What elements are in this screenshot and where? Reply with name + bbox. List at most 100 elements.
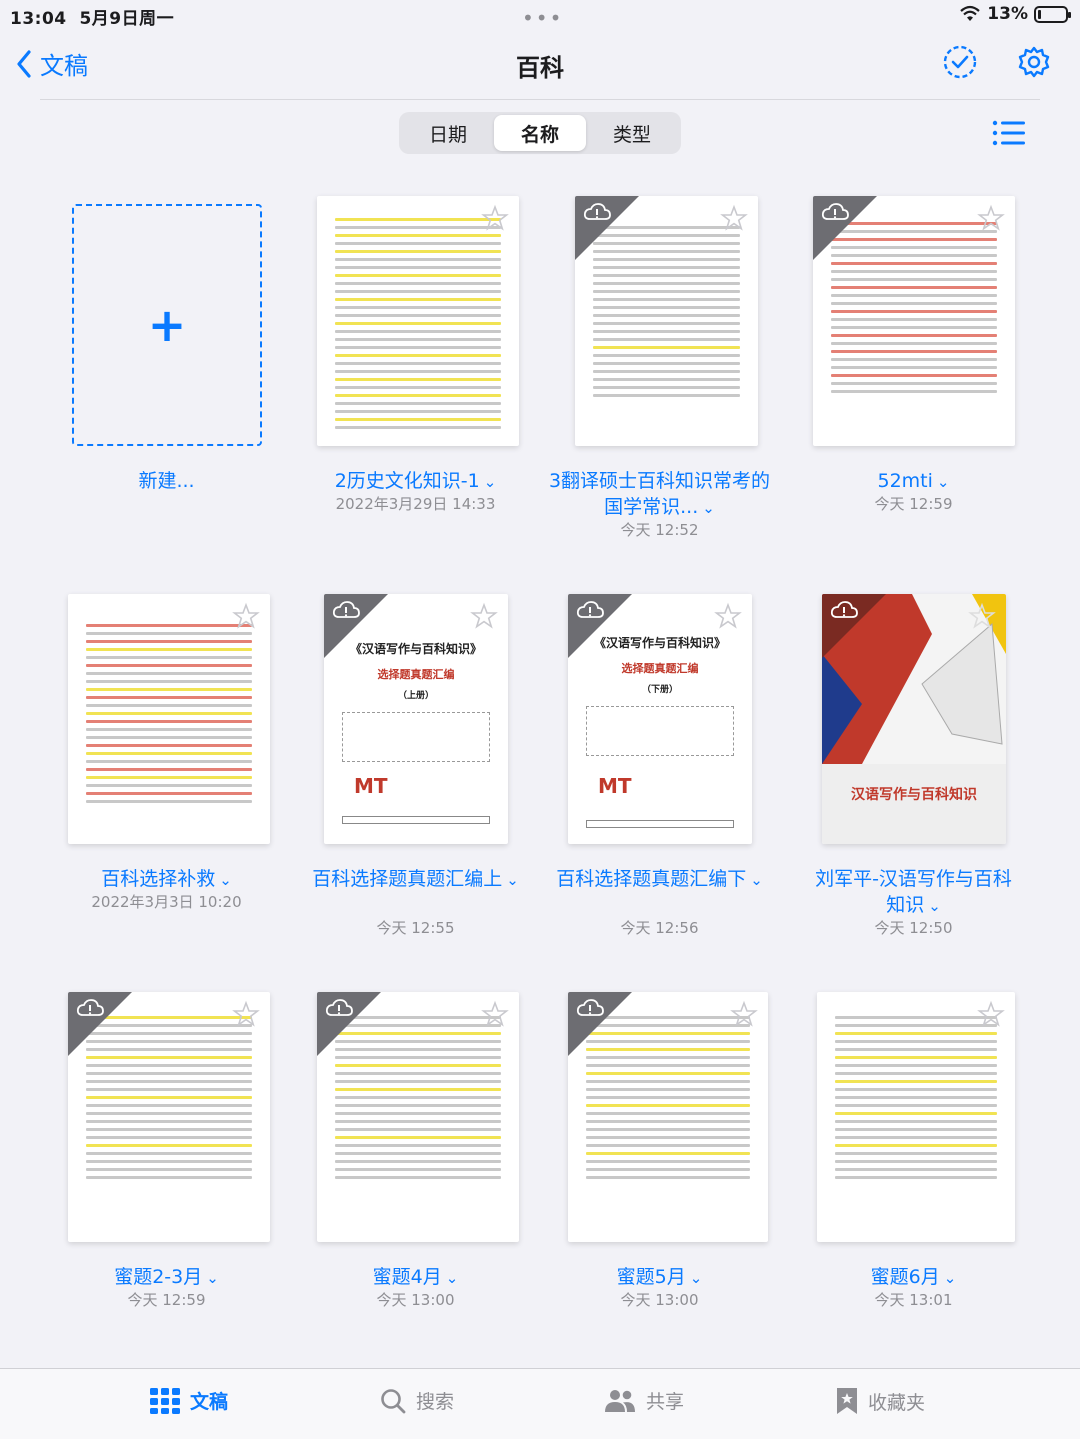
nav-divider [40,99,1040,100]
star-icon[interactable] [714,602,742,630]
bookmark-icon [837,1388,857,1414]
cover-volume: （下册） [641,685,678,695]
list-view-icon[interactable] [988,118,1028,148]
document-name[interactable]: 2历史文化知识-1 ⌄ [291,468,540,495]
cover-volume: （上册） [397,691,434,701]
sort-by-type[interactable]: 类型 [586,115,678,151]
tab-favorites[interactable]: 收藏夹 [836,1387,925,1415]
navigation-bar: 文稿 百科 [0,36,1080,100]
status-time: 13:04 5月9日周一 [10,9,175,29]
tab-documents[interactable]: 文稿 [150,1387,228,1414]
document-name[interactable]: 52mti ⌄ [789,468,1038,495]
document-thumbnail[interactable] [317,992,519,1242]
status-bar: 13:04 5月9日周一 ••• 13% [0,0,1080,36]
mti-logo: MT [598,774,632,798]
chevron-down-icon[interactable]: ⌄ [944,1269,957,1287]
chevron-down-icon[interactable]: ⌄ [219,871,232,889]
chevron-down-icon[interactable]: ⌄ [446,1269,459,1287]
tab-label: 收藏夹 [868,1391,926,1414]
cover-notice-box [586,706,734,756]
document-date: 2022年3月29日 14:33 [335,495,496,513]
wifi-icon [960,5,981,21]
document-date: 今天 12:55 [376,919,455,937]
multitasking-dots-icon[interactable]: ••• [522,6,563,30]
document-name[interactable]: 刘军平-汉语写作与百科知识 ⌄ [809,866,1018,919]
tab-shared[interactable]: 共享 [604,1387,684,1414]
document-thumbnail[interactable]: 《汉语写作与百科知识》 选择题真题汇编 （上册） MT [324,594,508,844]
star-icon[interactable] [977,1000,1005,1028]
select-check-icon[interactable] [942,44,978,80]
document-name[interactable]: 百科选择题真题汇编上 ⌄ [311,866,520,893]
tab-label: 共享 [646,1391,685,1413]
document-name[interactable]: 蜜题4月 ⌄ [291,1264,540,1291]
document-date: 2022年3月3日 10:20 [91,893,242,911]
document-name[interactable]: 蜜题6月 ⌄ [789,1264,1038,1291]
chevron-down-icon[interactable]: ⌄ [750,871,763,889]
cloud-download-icon [76,999,104,1016]
document-name[interactable]: 百科选择补救 ⌄ [42,866,291,893]
battery-percent: 13% [987,4,1028,24]
mti-logo: MT [354,774,388,798]
document-thumbnail[interactable] [568,992,768,1242]
cover-footer-box [342,816,490,824]
page-title: 百科 [516,54,564,82]
star-icon[interactable] [232,1000,260,1028]
document-thumbnail[interactable]: 汉语写作与百科知识 [822,594,1006,844]
document-thumbnail[interactable] [817,992,1015,1242]
document-date: 今天 13:00 [376,1291,455,1309]
sort-segmented-control: 日期 名称 类型 [399,112,681,154]
sort-by-name[interactable]: 名称 [494,115,586,151]
star-icon[interactable] [481,204,509,232]
document-name[interactable]: 3翻译硕士百科知识常考的国学常识... ⌄ [545,468,774,521]
star-icon[interactable] [730,1000,758,1028]
document-date: 今天 12:52 [620,521,699,539]
document-thumbnail[interactable] [68,594,270,844]
cloud-download-icon [332,601,360,618]
chevron-down-icon[interactable]: ⌄ [690,1269,703,1287]
star-icon[interactable] [968,602,996,630]
document-name[interactable]: 蜜题2-3月 ⌄ [42,1264,291,1291]
grid-icon [150,1387,180,1414]
document-thumbnail[interactable]: 《汉语写作与百科知识》 选择题真题汇编 （下册） MT [568,594,752,844]
cover-footer-box [586,820,734,828]
star-icon[interactable] [481,1000,509,1028]
star-icon[interactable] [720,204,748,232]
chevron-down-icon[interactable]: ⌄ [484,473,497,491]
new-document-label: 新建... [138,470,195,492]
document-name[interactable]: 百科选择题真题汇编下 ⌄ [555,866,764,893]
page-preview [335,218,501,432]
cloud-download-icon [576,999,604,1016]
cloud-download-icon [325,999,353,1016]
gear-icon[interactable] [1016,44,1052,80]
document-date: 今天 13:01 [874,1291,953,1309]
document-thumbnail[interactable] [68,992,270,1242]
chevron-down-icon[interactable]: ⌄ [937,473,950,491]
document-thumbnail[interactable] [317,196,519,446]
cloud-download-icon [821,203,849,220]
star-icon[interactable] [470,602,498,630]
battery-icon [1034,5,1071,23]
cover-title: 汉语写作与百科知识 [851,787,977,803]
page-preview [86,624,252,830]
chevron-down-icon[interactable]: ⌄ [506,871,519,889]
document-thumbnail[interactable] [813,196,1015,446]
new-document-button[interactable]: + [72,204,262,446]
cover-notice-box [342,712,490,762]
cloud-download-icon [830,601,858,618]
star-icon[interactable] [977,204,1005,232]
tab-search[interactable]: 搜索 [380,1387,454,1414]
document-date: 今天 12:50 [874,919,953,937]
document-thumbnail[interactable] [575,196,758,446]
sort-by-date[interactable]: 日期 [402,115,494,151]
chevron-down-icon[interactable]: ⌄ [702,499,715,517]
cloud-download-icon [576,601,604,618]
tab-bar: 文稿 搜索 共享 收藏夹 [0,1368,1080,1439]
cover-subtitle: 选择题真题汇编 [377,668,455,681]
chevron-down-icon[interactable]: ⌄ [206,1269,219,1287]
star-icon[interactable] [232,602,260,630]
cover-subtitle: 选择题真题汇编 [621,662,699,675]
chevron-down-icon[interactable]: ⌄ [928,897,941,915]
tab-label: 文稿 [190,1391,229,1413]
cloud-download-icon [583,203,611,220]
document-name[interactable]: 蜜题5月 ⌄ [535,1264,784,1291]
